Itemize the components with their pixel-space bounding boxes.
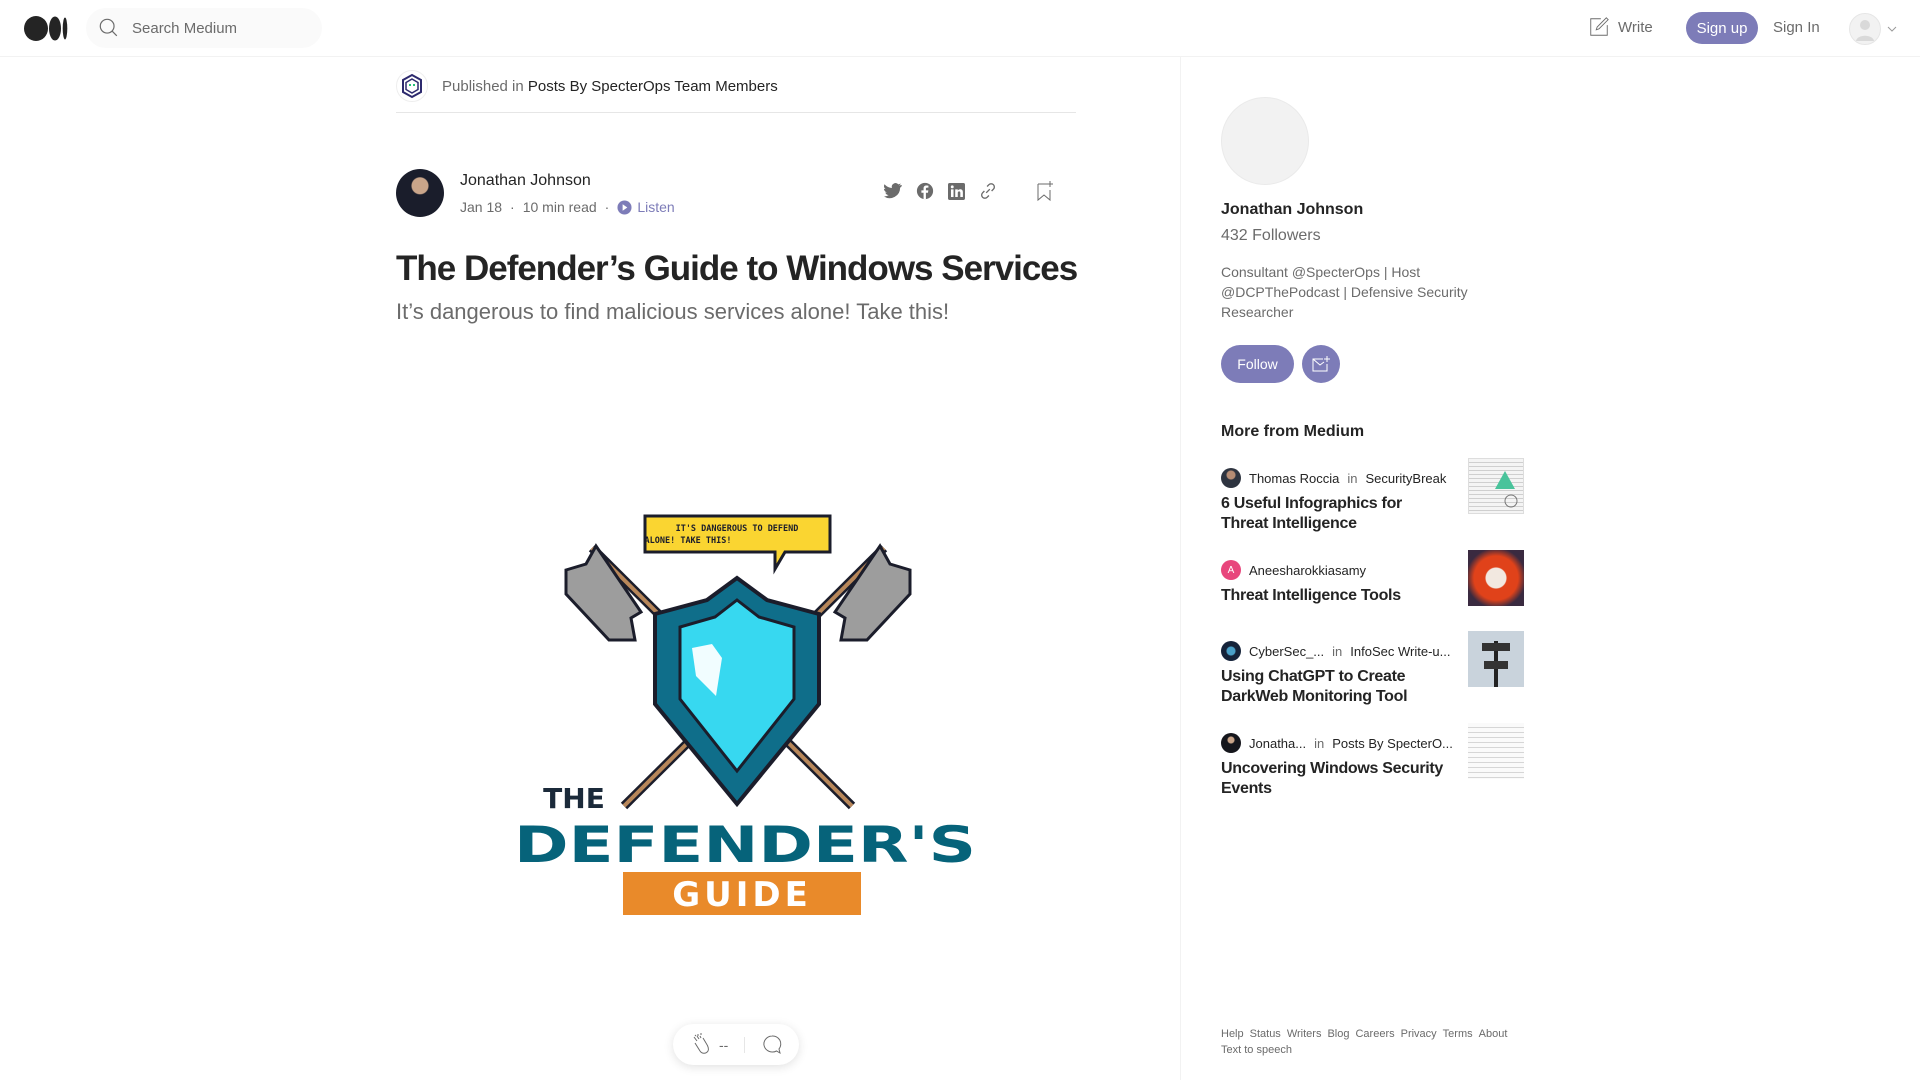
author-avatar [1221,733,1241,753]
clap-icon[interactable] [689,1032,711,1057]
list-item[interactable]: A Aneesharokkiasamy Threat Intelligence T… [1221,550,1525,630]
thumbnail-graphic [1495,471,1518,508]
profile-bio: Consultant @SpecterOps | Host @DCPThePod… [1221,264,1468,320]
linkedin-icon [947,182,965,200]
footer-link-blog[interactable]: Blog [1327,1028,1349,1040]
in-label: in [1347,470,1358,486]
item-title[interactable]: 6 Useful Infographics for Threat Intelli… [1221,494,1451,534]
svg-text:GUIDE: GUIDE [672,875,812,915]
listen-label: Listen [637,199,675,215]
item-publication[interactable]: SecurityBreak [1365,471,1446,486]
profile-followers[interactable]: 432 Followers [1221,227,1321,245]
author-avatar: A [1221,560,1241,580]
facebook-icon [916,182,934,200]
svg-text:ALONE! TAKE THIS!: ALONE! TAKE THIS! [645,536,732,546]
read-time: 10 min read [522,199,597,215]
top-nav: Write Sign up Sign In [0,0,1920,57]
clap-count: -- [719,1036,729,1053]
follow-button[interactable]: Follow [1221,345,1294,383]
item-thumbnail[interactable] [1468,723,1524,779]
subscribe-email-button[interactable] [1302,345,1340,383]
item-author[interactable]: Aneesharokkiasamy [1249,563,1366,578]
signup-button[interactable]: Sign up [1686,12,1758,44]
profile-name[interactable]: Jonathan Johnson [1221,201,1363,219]
item-author[interactable]: Thomas Roccia [1249,471,1339,486]
link-icon [981,183,995,199]
list-item[interactable]: Thomas Roccia in SecurityBreak 6 Useful In… [1221,458,1525,538]
share-twitter-button[interactable] [882,180,904,202]
search-icon [99,18,118,37]
item-thumbnail[interactable] [1468,550,1524,606]
write-icon [1590,17,1609,36]
copy-link-button[interactable] [977,180,999,202]
twitter-icon [884,183,902,199]
author-avatar [1221,641,1241,661]
footer-link-text-to-speech[interactable]: Text to speech [1221,1044,1292,1056]
specterops-logo[interactable] [396,70,428,102]
author-avatar [1221,468,1241,488]
item-author[interactable]: Jonatha... [1249,736,1306,751]
published-in-label: Published in [442,77,524,95]
in-label: in [1314,735,1325,751]
signin-link[interactable]: Sign In [1773,19,1820,36]
share-linkedin-button[interactable] [945,180,967,202]
chevron-down-icon [1887,26,1897,32]
article-meta: Jan 18 · 10 min read · Listen [460,199,675,215]
item-title[interactable]: Threat Intelligence Tools [1221,586,1451,606]
footer-link-careers[interactable]: Careers [1355,1028,1394,1040]
item-publication[interactable]: InfoSec Write-u... [1350,644,1450,659]
more-from-medium-heading: More from Medium [1221,423,1365,440]
search-bar[interactable] [86,8,322,48]
medium-logo[interactable] [24,16,68,41]
item-title[interactable]: Using ChatGPT to Create DarkWeb Monitori… [1221,667,1451,707]
avatar-icon [1849,13,1881,45]
item-thumbnail[interactable] [1468,631,1524,687]
listen-button[interactable]: Listen [617,199,675,215]
publish-date: Jan 18 [460,199,503,215]
share-facebook-button[interactable] [914,180,936,202]
author-avatar[interactable] [396,169,444,217]
comment-icon[interactable] [761,1034,783,1056]
write-label: Write [1618,18,1653,36]
write-button[interactable]: Write [1588,16,1653,38]
footer-link-about[interactable]: About [1479,1028,1508,1040]
item-title[interactable]: Uncovering Windows Security Events [1221,759,1451,799]
user-menu[interactable] [1849,13,1897,45]
item-thumbnail[interactable] [1468,458,1524,514]
article-subtitle: It’s dangerous to find malicious service… [396,299,950,324]
engagement-bar: -- [673,1024,799,1065]
mail-plus-icon [1312,356,1330,372]
save-button[interactable] [1034,180,1056,202]
footer-link-terms[interactable]: Terms [1443,1028,1473,1040]
bookmark-add-icon [1037,181,1053,202]
sidebar-divider [1180,57,1181,1080]
footer-links: Help Status Writers Blog Careers Privacy Terms… [1221,1026,1541,1058]
play-icon [617,199,632,215]
thumbnail-graphic [1482,641,1510,687]
svg-text:DEFENDER'S: DEFENDER'S [514,816,976,874]
item-author[interactable]: CyberSec_... [1249,644,1324,659]
divider [396,112,1076,113]
svg-text:IT'S DANGEROUS TO DEFEND: IT'S DANGEROUS TO DEFEND [676,524,799,534]
speech-bubble: IT'S DANGEROUS TO DEFEND ALONE! TAKE THI… [643,514,832,575]
item-publication[interactable]: Posts By SpecterO... [1332,736,1453,751]
divider [744,1036,746,1053]
publication-row: Published in Posts By SpecterOps Team Me… [396,70,778,102]
footer-link-privacy[interactable]: Privacy [1401,1028,1437,1040]
author-name[interactable]: Jonathan Johnson [460,172,591,190]
in-label: in [1332,643,1343,659]
svg-text:THE: THE [543,782,605,815]
footer-link-writers[interactable]: Writers [1287,1028,1322,1040]
hero-image-defenders-guide: IT'S DANGEROUS TO DEFEND ALONE! TAKE THI… [514,514,976,915]
footer-link-help[interactable]: Help [1221,1028,1244,1040]
article-title: The Defender’s Guide to Windows Services [396,249,1078,288]
footer-link-status[interactable]: Status [1250,1028,1281,1040]
list-item[interactable]: Jonatha... in Posts By SpecterO... Uncover… [1221,723,1525,803]
search-input[interactable] [132,19,302,37]
publication-link[interactable]: Posts By SpecterOps Team Members [528,78,778,95]
profile-avatar[interactable] [1221,97,1309,185]
shield [653,575,821,808]
list-item[interactable]: CyberSec_... in InfoSec Write-u... Using C… [1221,631,1525,711]
